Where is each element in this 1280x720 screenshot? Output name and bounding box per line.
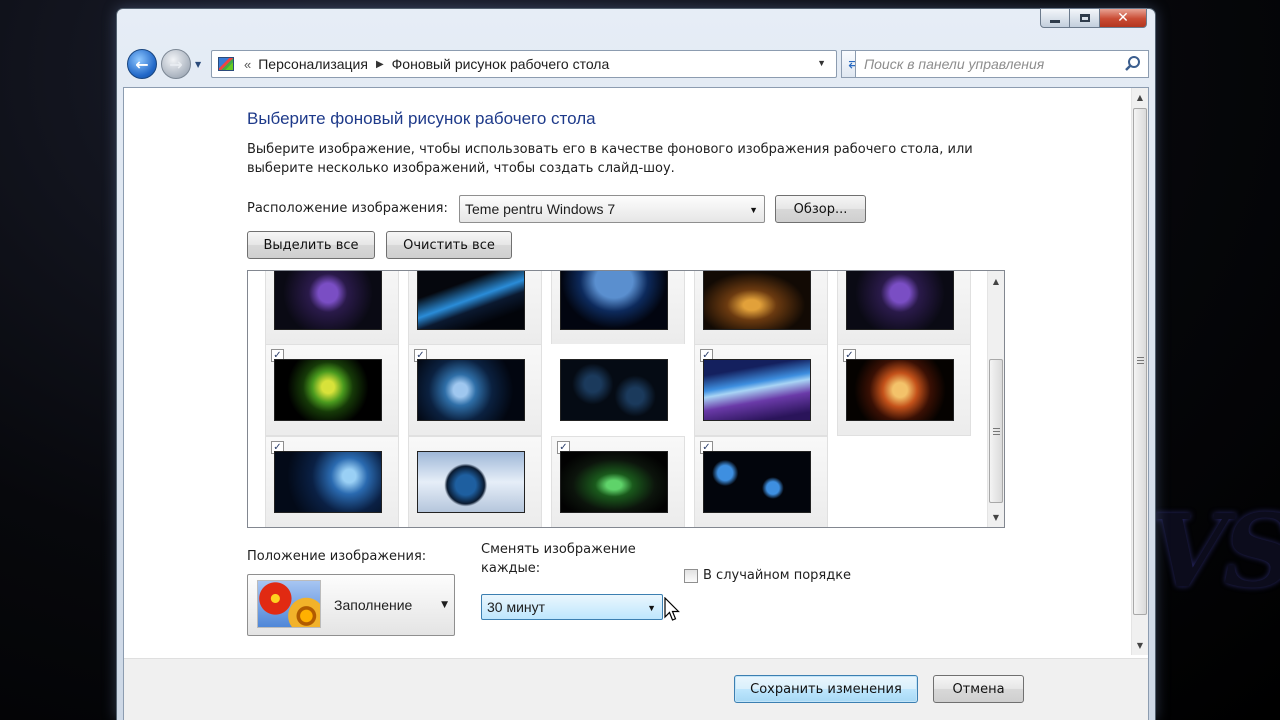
- wallpaper-tile[interactable]: [408, 271, 542, 345]
- grip-line: [1137, 363, 1144, 364]
- scroll-down-icon[interactable]: ▼: [1132, 637, 1148, 653]
- grip-line: [993, 434, 1000, 435]
- picture-position-value: Заполнение: [334, 597, 413, 613]
- wallpaper-tile[interactable]: [837, 271, 971, 345]
- breadcrumb-personalization[interactable]: Персонализация: [258, 56, 368, 72]
- chevron-down-icon: ▼: [749, 205, 758, 215]
- wallpaper-tile[interactable]: [551, 344, 685, 436]
- grip-line: [1137, 360, 1144, 361]
- page-scrollbar[interactable]: ▲ ▼: [1131, 88, 1148, 655]
- gallery-scroll-thumb[interactable]: [989, 359, 1003, 503]
- picture-location-label: Расположение изображения:: [247, 201, 448, 216]
- forward-arrow-icon: →: [169, 54, 183, 74]
- desktop-background-text: VS: [1150, 492, 1280, 610]
- scroll-up-icon[interactable]: ▲: [1132, 89, 1148, 105]
- maximize-icon: [1079, 14, 1090, 22]
- caption-buttons: ✕: [1040, 8, 1147, 28]
- picture-location-select[interactable]: Teme pentru Windows 7 ▼: [459, 195, 765, 223]
- browse-button[interactable]: Обзор...: [775, 195, 866, 223]
- search-field[interactable]: Поиск в панели управления: [855, 50, 1149, 78]
- wallpaper-thumbnail: [846, 359, 954, 421]
- control-panel-icon: [218, 57, 234, 71]
- address-bar[interactable]: « Персонализация ▶ Фоновый рисунок рабоч…: [211, 50, 837, 78]
- page-description: Выберите изображение, чтобы использовать…: [247, 142, 973, 176]
- wallpaper-thumbnail: [274, 271, 382, 330]
- minimize-icon: [1050, 19, 1060, 23]
- wallpaper-thumbnail: [417, 359, 525, 421]
- chevron-down-icon: ▼: [441, 600, 448, 610]
- control-panel-window: ✕ ← → ▼ « Персонализация ▶ Фоновый рисун…: [116, 8, 1156, 720]
- forward-button[interactable]: →: [161, 49, 191, 79]
- back-arrow-icon: ←: [135, 54, 149, 74]
- close-button[interactable]: ✕: [1100, 8, 1147, 28]
- wallpaper-tile[interactable]: ✓: [408, 344, 542, 436]
- wallpaper-thumbnail: [703, 271, 811, 330]
- wallpaper-tile[interactable]: ✓: [265, 436, 399, 527]
- save-changes-button[interactable]: Сохранить изменения: [734, 675, 918, 703]
- maximize-button[interactable]: [1070, 8, 1100, 28]
- chevron-down-icon: ▼: [647, 603, 656, 613]
- navigation-bar: ← → ▼ « Персонализация ▶ Фоновый рисунок…: [125, 47, 1149, 81]
- picture-position-select[interactable]: Заполнение ▼: [247, 574, 455, 636]
- cancel-button[interactable]: Отмена: [933, 675, 1024, 703]
- wallpaper-thumbnail: [703, 359, 811, 421]
- search-placeholder: Поиск в панели управления: [864, 56, 1045, 72]
- grip-line: [993, 428, 1000, 429]
- wallpaper-thumbnail: [274, 359, 382, 421]
- wallpaper-tile[interactable]: [694, 271, 828, 345]
- interval-value: 30 минут: [487, 599, 546, 615]
- wallpaper-thumbnail: [846, 271, 954, 330]
- wallpaper-gallery: ✓ ✓ ✓ ✓ ✓ ✓ ✓ ▲ ▼: [247, 270, 1005, 528]
- recent-pages-dropdown-icon[interactable]: ▼: [195, 60, 201, 69]
- wallpaper-thumbnail: [274, 451, 382, 513]
- gallery-scrollbar[interactable]: ▲ ▼: [987, 271, 1004, 527]
- wallpaper-thumbnail: [560, 271, 668, 330]
- interval-select[interactable]: 30 минут ▼: [481, 594, 663, 620]
- page-scroll-thumb[interactable]: [1133, 108, 1147, 615]
- wallpaper-thumbnail: [560, 451, 668, 513]
- wallpaper-tile[interactable]: ✓: [265, 344, 399, 436]
- wallpaper-thumbnail: [417, 271, 525, 330]
- search-icon[interactable]: [1124, 55, 1142, 73]
- wallpaper-tile[interactable]: ✓: [694, 436, 828, 527]
- shuffle-label[interactable]: В случайном порядке: [703, 568, 851, 583]
- shuffle-checkbox[interactable]: [684, 568, 698, 583]
- picture-location-value: Teme pentru Windows 7: [465, 201, 616, 217]
- wallpaper-tile[interactable]: ✓: [694, 344, 828, 436]
- picture-position-preview-icon: [257, 580, 321, 628]
- clear-all-button[interactable]: Очистить все: [386, 231, 512, 259]
- minimize-button[interactable]: [1040, 8, 1070, 28]
- wallpaper-thumbnail: [417, 451, 525, 513]
- grip-line: [1137, 357, 1144, 358]
- grip-line: [993, 431, 1000, 432]
- picture-position-label: Положение изображения:: [247, 549, 427, 564]
- page-title: Выберите фоновый рисунок рабочего стола: [247, 109, 596, 128]
- wallpaper-tile[interactable]: ✓: [551, 436, 685, 527]
- dialog-footer: Сохранить изменения Отмена: [124, 658, 1148, 720]
- select-all-button[interactable]: Выделить все: [247, 231, 375, 259]
- wallpaper-thumbnail: [703, 451, 811, 513]
- scroll-up-icon[interactable]: ▲: [988, 273, 1004, 289]
- back-button[interactable]: ←: [127, 49, 157, 79]
- breadcrumb-overflow[interactable]: «: [244, 57, 251, 72]
- wallpaper-tile[interactable]: [265, 271, 399, 345]
- mouse-cursor-icon: [664, 597, 680, 621]
- address-dropdown-icon[interactable]: ▼: [817, 58, 826, 68]
- interval-label: Сменять изображение каждые:: [481, 542, 636, 576]
- wallpaper-tile[interactable]: ✓: [837, 344, 971, 436]
- wallpaper-tile[interactable]: [408, 436, 542, 527]
- content-pane: Выберите фоновый рисунок рабочего стола …: [123, 87, 1149, 720]
- scroll-down-icon[interactable]: ▼: [988, 509, 1004, 525]
- breadcrumb-separator-icon[interactable]: ▶: [376, 59, 384, 70]
- wallpaper-tile[interactable]: [551, 271, 685, 345]
- shuffle-option[interactable]: В случайном порядке: [684, 568, 851, 583]
- close-icon: ✕: [1117, 10, 1129, 26]
- breadcrumb-desktop-background[interactable]: Фоновый рисунок рабочего стола: [392, 56, 610, 72]
- wallpaper-thumbnail: [560, 359, 668, 421]
